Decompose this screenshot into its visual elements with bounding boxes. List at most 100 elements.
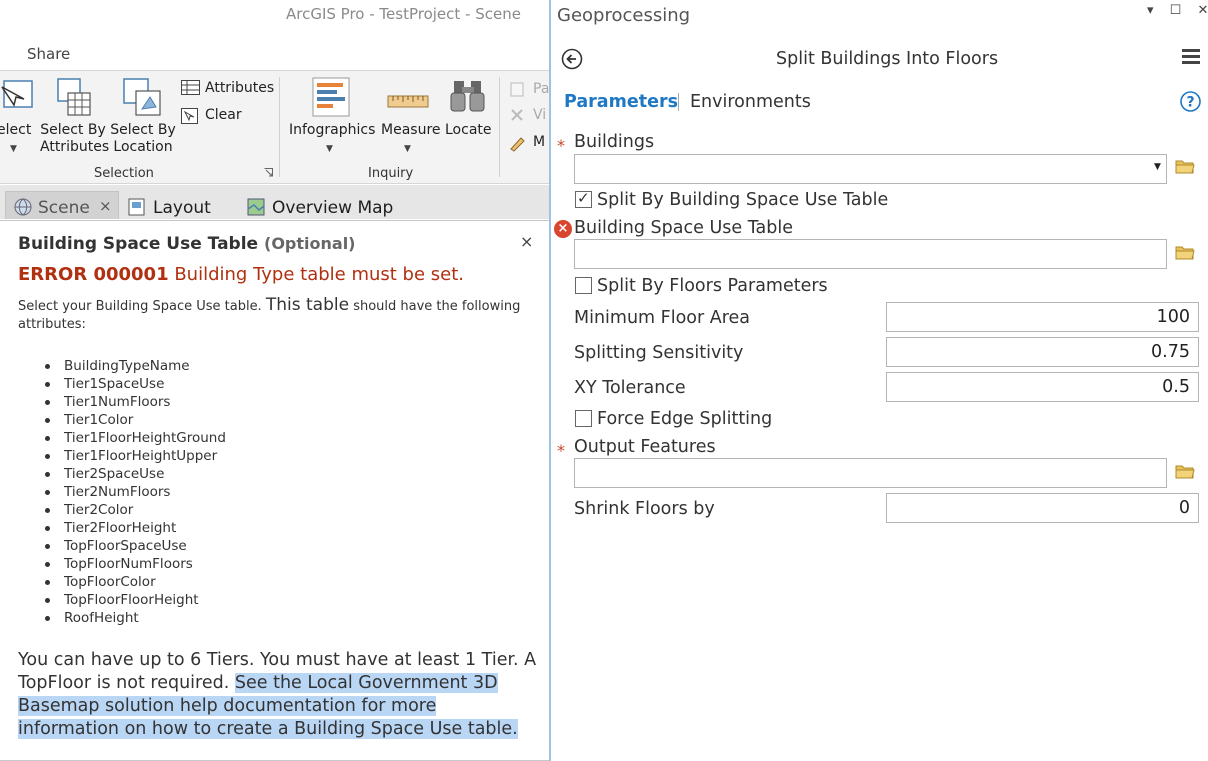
infographics-icon[interactable] — [312, 77, 350, 117]
chevron-down-icon[interactable]: ▼ — [10, 144, 17, 154]
back-arrow-icon[interactable] — [561, 48, 583, 70]
cut-item-1[interactable]: Pa — [533, 81, 549, 97]
arcgis-window: ArcGIS Pro - TestProject - Scene Share e… — [0, 0, 552, 761]
locate-button[interactable]: Locate — [445, 122, 492, 139]
chevron-down-icon[interactable]: ▼ — [404, 144, 411, 154]
tab-divider — [678, 93, 679, 111]
list-item: Tier1SpaceUse — [45, 375, 226, 393]
close-icon[interactable]: × — [520, 232, 533, 251]
xy-tolerance-label: XY Tolerance — [574, 378, 686, 398]
list-item: Tier2NumFloors — [45, 483, 226, 501]
chevron-down-icon[interactable]: ▼ — [326, 144, 333, 154]
tab-environments[interactable]: Environments — [690, 92, 811, 112]
ruler-icon[interactable] — [387, 93, 429, 109]
tab-overview-map[interactable]: Overview Map — [272, 198, 393, 218]
table-icon[interactable] — [181, 80, 200, 95]
xy-tolerance-input[interactable]: 0.5 — [886, 372, 1199, 402]
svg-text:?: ? — [1186, 95, 1194, 111]
list-item: Tier1Color — [45, 411, 226, 429]
select-icon[interactable] — [0, 77, 36, 115]
paste-icon[interactable] — [509, 81, 525, 97]
space-use-table-input[interactable] — [574, 239, 1167, 269]
select-by-location-button[interactable]: Select By Location — [110, 122, 176, 156]
list-item: Tier2SpaceUse — [45, 465, 226, 483]
app-title: ArcGIS Pro - TestProject - Scene — [286, 5, 521, 23]
dialog-launcher-icon[interactable] — [264, 168, 273, 177]
param-space-use-table-label: Building Space Use Table — [574, 218, 793, 238]
group-divider — [279, 77, 280, 177]
ribbon-tab-row — [0, 34, 550, 70]
measure-pencil-icon[interactable] — [509, 134, 527, 152]
min-floor-area-label: Minimum Floor Area — [574, 308, 751, 328]
help-footer-text: You can have up to 6 Tiers. You must hav… — [18, 650, 537, 739]
folder-icon[interactable] — [1175, 244, 1195, 260]
error-icon[interactable]: × — [554, 220, 572, 238]
output-features-input[interactable] — [574, 458, 1167, 488]
dropdown-arrow-icon[interactable]: ▼ — [1154, 162, 1161, 172]
min-floor-area-input[interactable]: 100 — [886, 302, 1199, 332]
buildings-input[interactable] — [574, 154, 1167, 184]
list-item: TopFloorNumFloors — [45, 555, 226, 573]
split-by-table-checkbox[interactable]: ✓ — [575, 189, 592, 208]
ribbon-tab-share[interactable]: Share — [27, 45, 70, 63]
pane-title: Geoprocessing — [557, 5, 691, 26]
view-icon[interactable] — [509, 107, 525, 123]
list-item: Tier1FloorHeightGround — [45, 429, 226, 447]
checkmark-icon: ✓ — [577, 189, 590, 207]
group-divider — [499, 77, 500, 177]
list-item: BuildingTypeName — [45, 357, 226, 375]
force-edge-checkbox[interactable] — [575, 410, 592, 427]
select-by-attributes-icon[interactable] — [54, 77, 94, 119]
tab-scene-label[interactable]: Scene — [38, 198, 90, 218]
list-item: TopFloorColor — [45, 573, 226, 591]
select-by-attributes-button[interactable]: Select By Attributes — [40, 122, 109, 156]
force-edge-label[interactable]: Force Edge Splitting — [597, 409, 772, 429]
ribbon: elect ▼ Select By Attributes Select By L… — [0, 70, 550, 184]
binoculars-icon[interactable] — [449, 77, 487, 115]
measure-button[interactable]: Measure — [381, 122, 441, 139]
cut-item-2[interactable]: Vi — [533, 107, 546, 123]
pane-window-controls[interactable]: ▾ ☐ ✕ — [1147, 3, 1208, 18]
split-by-table-label[interactable]: Split By Building Space Use Table — [597, 190, 888, 210]
list-item: Tier2FloorHeight — [45, 519, 226, 537]
tab-parameters[interactable]: Parameters — [564, 92, 678, 112]
error-message: ERROR 000001 Building Type table must be… — [18, 264, 464, 285]
split-by-floors-checkbox[interactable] — [575, 277, 592, 294]
param-buildings-label: Buildings — [574, 132, 655, 152]
list-item: RoofHeight — [45, 609, 226, 627]
help-intro-text: Select your Building Space Use table. Th… — [18, 295, 521, 332]
list-item: Tier2Color — [45, 501, 226, 519]
selection-group-label: Selection — [94, 166, 154, 181]
splitting-sensitivity-input[interactable]: 0.75 — [886, 337, 1199, 367]
attribute-list: BuildingTypeName Tier1SpaceUse Tier1NumF… — [45, 357, 226, 627]
attributes-button[interactable]: Attributes — [205, 80, 274, 96]
clear-selection-icon[interactable] — [181, 108, 198, 124]
map-icon — [247, 198, 265, 216]
tab-layout[interactable]: Layout — [153, 198, 211, 218]
tool-title: Split Buildings Into Floors — [776, 49, 999, 69]
select-by-location-icon[interactable] — [122, 77, 164, 119]
list-item: Tier1NumFloors — [45, 393, 226, 411]
infographics-button[interactable]: Infographics — [289, 122, 375, 139]
required-marker: * — [557, 136, 565, 155]
close-icon[interactable]: × — [99, 197, 112, 215]
required-marker: * — [557, 441, 565, 460]
help-question-icon[interactable]: ? — [1180, 91, 1201, 112]
list-item: TopFloorFloorHeight — [45, 591, 226, 609]
folder-icon[interactable] — [1175, 463, 1195, 479]
select-button-label[interactable]: elect — [0, 122, 31, 139]
shrink-floors-input[interactable]: 0 — [886, 493, 1199, 523]
split-by-floors-label[interactable]: Split By Floors Parameters — [597, 276, 828, 296]
cut-item-3[interactable]: M — [533, 134, 545, 150]
splitting-sensitivity-label: Splitting Sensitivity — [574, 343, 744, 363]
inquiry-group-label: Inquiry — [368, 166, 414, 181]
help-popup-title: Building Space Use Table (Optional) — [18, 234, 356, 254]
shrink-floors-label: Shrink Floors by — [574, 499, 715, 519]
hamburger-menu-icon[interactable] — [1182, 48, 1200, 64]
param-output-features-label: Output Features — [574, 437, 716, 457]
list-item: TopFloorSpaceUse — [45, 537, 226, 555]
layout-icon — [128, 198, 145, 216]
list-item: Tier1FloorHeightUpper — [45, 447, 226, 465]
folder-icon[interactable] — [1175, 158, 1195, 174]
clear-button[interactable]: Clear — [205, 107, 242, 123]
